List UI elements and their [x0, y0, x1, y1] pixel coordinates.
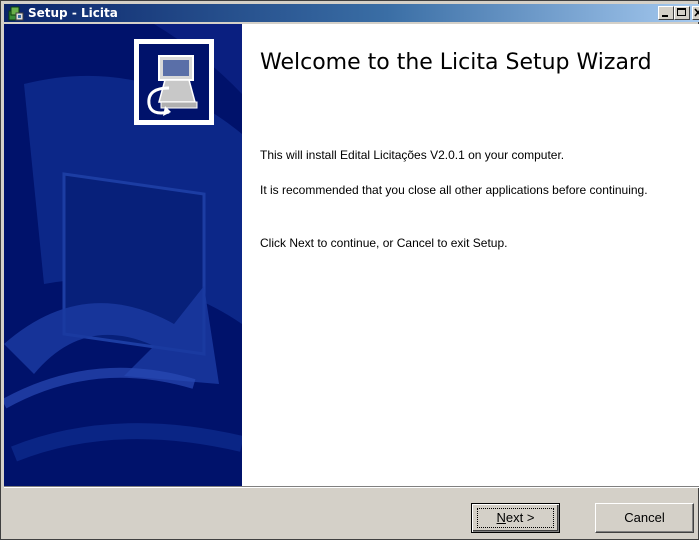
setup-wizard-icon: [8, 6, 24, 21]
title-bar[interactable]: Setup - Licita: [4, 4, 699, 22]
instructions-text: Click Next to continue, or Cancel to exi…: [260, 236, 508, 250]
next-mnemonic: N: [496, 510, 506, 525]
wizard-content: Welcome to the Licita Setup Wizard This …: [4, 24, 699, 486]
welcome-heading: Welcome to the Licita Setup Wizard: [260, 50, 652, 75]
close-icon: [694, 8, 699, 17]
close-button[interactable]: [692, 6, 699, 20]
next-button[interactable]: Next >: [471, 503, 560, 533]
window-title: Setup - Licita: [28, 6, 118, 20]
computer-install-logo: [139, 44, 209, 120]
next-button-label: Next >: [472, 504, 559, 532]
logo-frame: [134, 39, 214, 125]
close-apps-text: It is recommended that you close all oth…: [260, 183, 648, 197]
wizard-sidebar-image: [4, 24, 242, 486]
button-separator: [4, 486, 699, 488]
minimize-icon: [662, 15, 668, 17]
cancel-button[interactable]: Cancel: [595, 503, 694, 533]
minimize-button[interactable]: [658, 6, 674, 20]
setup-window: Setup - Licita Welcome to the Licita Set…: [0, 0, 699, 540]
install-info-text: This will install Edital Licitações V2.0…: [260, 148, 565, 162]
maximize-button[interactable]: [674, 6, 690, 20]
maximize-icon: [677, 8, 686, 16]
next-label-rest: ext >: [505, 510, 535, 525]
